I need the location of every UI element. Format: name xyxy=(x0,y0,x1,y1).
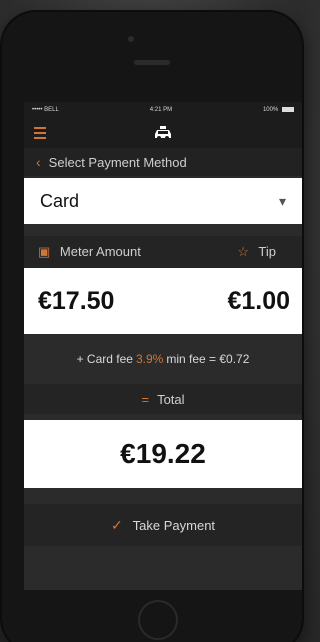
amounts-row: €17.50 €1.00 xyxy=(24,268,302,334)
battery-status: 100% xyxy=(262,106,294,114)
check-icon: ✓ xyxy=(110,516,123,533)
card-fee-note: + Card fee 3.9% min fee = €0.72 xyxy=(24,334,302,384)
chevron-left-icon: ‹ xyxy=(36,154,41,170)
equals-icon: = xyxy=(141,391,150,407)
meter-icon: ▣ xyxy=(38,244,51,259)
fee-rate: 3.9% xyxy=(135,352,164,366)
meter-amount-field[interactable]: €17.50 xyxy=(38,287,114,316)
meter-amount-header: ▣ Meter Amount xyxy=(24,244,237,260)
home-button[interactable] xyxy=(138,600,178,640)
amount-header: ▣ Meter Amount ☆ Tip xyxy=(24,236,302,268)
fee-prefix: + Card fee xyxy=(76,352,133,366)
battery-label: 100% xyxy=(262,107,279,114)
status-bar: ••••• BELL 4:21 PM 100% xyxy=(24,102,302,118)
payment-method-select[interactable]: Card ▾ xyxy=(24,178,302,224)
tip-field[interactable]: €1.00 xyxy=(227,287,290,316)
payment-method-label: Select Payment Method xyxy=(48,154,187,170)
taxi-icon xyxy=(155,126,171,140)
take-payment-label: Take Payment xyxy=(132,517,216,533)
total-value: €19.22 xyxy=(120,438,206,469)
payment-method-value: Card xyxy=(40,190,80,211)
total-value-box: €19.22 xyxy=(24,420,302,488)
speaker xyxy=(134,60,170,65)
carrier-label: ••••• BELL xyxy=(32,107,59,113)
chevron-down-icon: ▾ xyxy=(278,192,286,209)
star-icon: ☆ xyxy=(237,244,250,259)
tip-header: ☆ Tip xyxy=(237,244,302,260)
meter-amount-label: Meter Amount xyxy=(59,244,141,259)
total-header: = Total xyxy=(24,384,302,414)
menu-icon[interactable] xyxy=(34,127,46,142)
nav-bar xyxy=(24,118,302,148)
fee-suffix: min fee = €0.72 xyxy=(166,352,250,366)
time-label: 4:21 PM xyxy=(149,107,173,113)
total-label: Total xyxy=(157,391,185,407)
take-payment-button[interactable]: ✓ Take Payment xyxy=(24,504,302,546)
camera xyxy=(128,36,134,42)
app-screen: ••••• BELL 4:21 PM 100% ‹ Select Payment… xyxy=(24,102,302,590)
payment-method-header[interactable]: ‹ Select Payment Method xyxy=(24,148,302,176)
tip-label: Tip xyxy=(258,244,276,259)
phone-frame: ••••• BELL 4:21 PM 100% ‹ Select Payment… xyxy=(2,12,302,642)
battery-icon xyxy=(282,106,294,112)
